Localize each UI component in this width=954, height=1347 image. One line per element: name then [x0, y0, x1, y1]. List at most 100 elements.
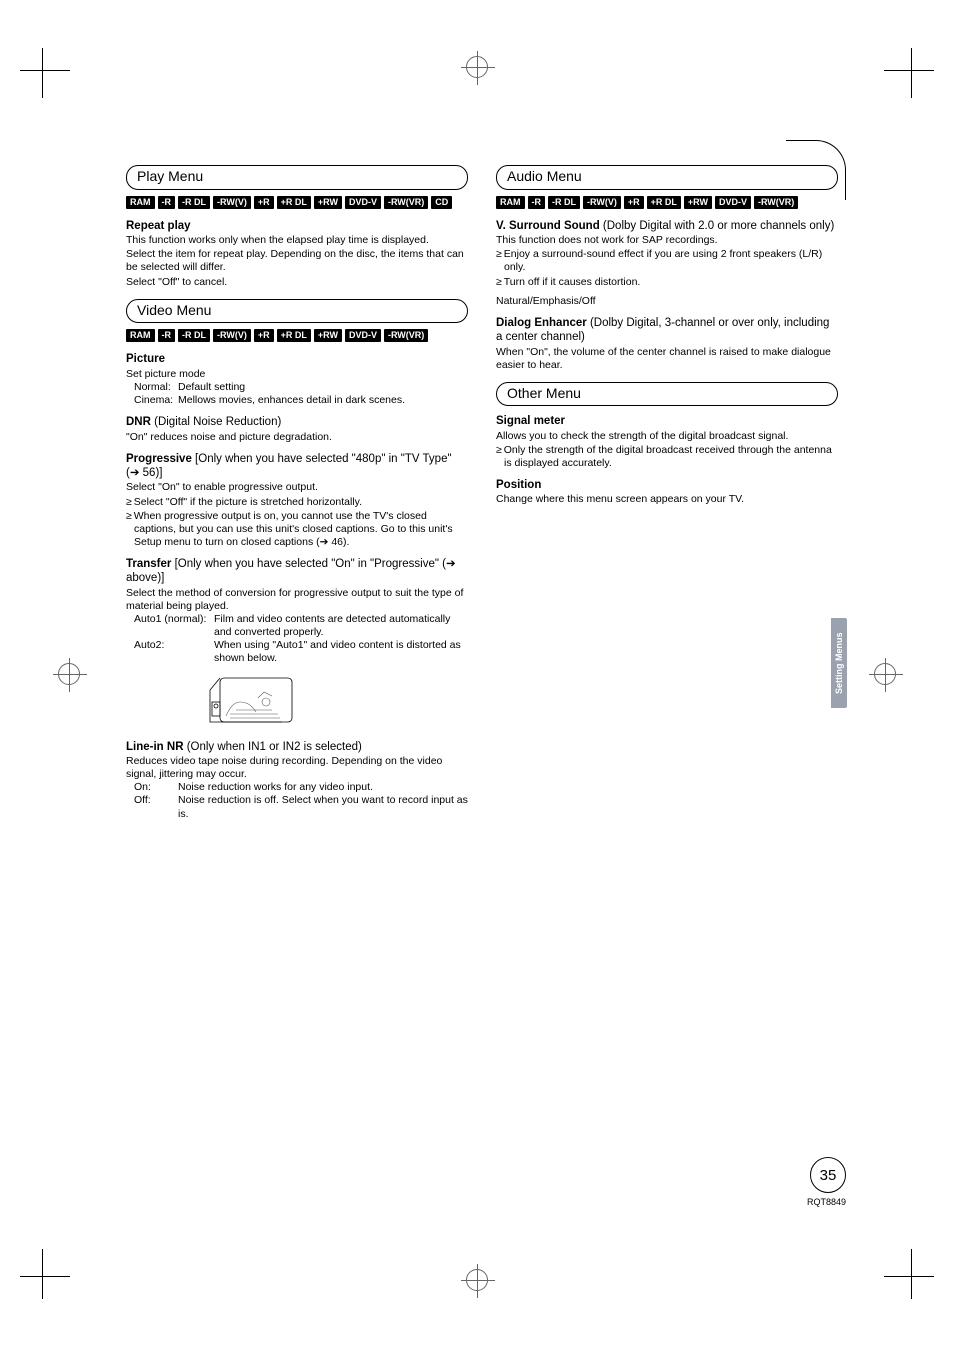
- play-menu-heading: Play Menu: [126, 165, 468, 190]
- vsurround-heading-bold: V. Surround Sound: [496, 220, 600, 232]
- video-menu-heading: Video Menu: [126, 299, 468, 324]
- linein-off-label: Off:: [134, 794, 178, 820]
- registration-mark: [466, 56, 488, 78]
- transfer-heading-bold: Transfer: [126, 558, 171, 570]
- disc-tag: -R DL: [548, 196, 580, 209]
- disc-tag: -R: [158, 196, 176, 209]
- dialog-enhancer-heading-bold: Dialog Enhancer: [496, 317, 587, 329]
- disc-tag: +R: [254, 329, 274, 342]
- disc-tag: -RW(VR): [384, 329, 428, 342]
- picture-cinema-value: Mellows movies, enhances detail in dark …: [178, 394, 468, 407]
- picture-cinema-label: Cinema:: [134, 394, 178, 407]
- disc-tag: -RW(V): [583, 196, 621, 209]
- repeat-play-heading: Repeat play: [126, 219, 468, 233]
- linein-nr-heading-sub: (Only when IN1 or IN2 is selected): [184, 741, 362, 753]
- disc-tag: RAM: [126, 329, 155, 342]
- crop-mark: [20, 1249, 70, 1299]
- linein-nr-heading: Line-in NR (Only when IN1 or IN2 is sele…: [126, 740, 468, 754]
- disc-tag: +RW: [314, 329, 342, 342]
- signal-meter-text: Allows you to check the strength of the …: [496, 430, 838, 443]
- other-menu-heading: Other Menu: [496, 382, 838, 407]
- disc-tag: -R DL: [178, 329, 210, 342]
- crop-mark: [884, 48, 934, 98]
- disc-tag: -RW(V): [213, 329, 251, 342]
- disc-tag: -RW(VR): [754, 196, 798, 209]
- audio-menu-heading: Audio Menu: [496, 165, 838, 190]
- signal-meter-heading: Signal meter: [496, 414, 838, 428]
- linein-on-value: Noise reduction works for any video inpu…: [178, 781, 468, 794]
- disc-tag: +R: [254, 196, 274, 209]
- progressive-text: Select "On" to enable progressive output…: [126, 481, 468, 494]
- transfer-auto2-label: Auto2:: [134, 639, 214, 665]
- crop-mark: [884, 1249, 934, 1299]
- document-code: RQT8849: [807, 1197, 846, 1207]
- registration-mark: [466, 1269, 488, 1291]
- vsurround-bullet: Enjoy a surround-sound effect if you are…: [496, 248, 838, 274]
- linein-nr-text: Reduces video tape noise during recordin…: [126, 755, 468, 781]
- disc-tag: CD: [431, 196, 452, 209]
- repeat-play-text: Select "Off" to cancel.: [126, 276, 468, 289]
- dnr-text: "On" reduces noise and picture degradati…: [126, 431, 468, 444]
- disc-tag: DVD-V: [345, 196, 381, 209]
- transfer-auto1-value: Film and video contents are detected aut…: [214, 613, 468, 639]
- page-footer: 35 RQT8849: [807, 1157, 846, 1207]
- transfer-heading-sub: [Only when you have selected "On" in "Pr…: [126, 558, 456, 584]
- vsurround-heading-sub: (Dolby Digital with 2.0 or more channels…: [600, 220, 835, 232]
- position-heading: Position: [496, 478, 838, 492]
- picture-heading: Picture: [126, 352, 468, 366]
- disc-tag: +R: [624, 196, 644, 209]
- disc-tag: -R DL: [178, 196, 210, 209]
- page-number: 35: [810, 1157, 846, 1193]
- disc-tag: +RW: [314, 196, 342, 209]
- right-column: Audio Menu RAM -R -R DL -RW(V) +R +R DL …: [496, 165, 838, 821]
- picture-text: Set picture mode: [126, 368, 468, 381]
- registration-mark: [874, 663, 896, 685]
- signal-meter-bullet: Only the strength of the digital broadca…: [496, 444, 838, 470]
- disc-tag: -RW(VR): [384, 196, 428, 209]
- transfer-heading: Transfer [Only when you have selected "O…: [126, 557, 468, 586]
- distortion-illustration: [206, 672, 468, 732]
- dialog-enhancer-text: When "On", the volume of the center chan…: [496, 346, 838, 372]
- progressive-bullet: When progressive output is on, you canno…: [126, 510, 468, 549]
- position-text: Change where this menu screen appears on…: [496, 493, 838, 506]
- dnr-heading: DNR (Digital Noise Reduction): [126, 415, 468, 429]
- linein-nr-heading-bold: Line-in NR: [126, 741, 184, 753]
- disc-tag: DVD-V: [715, 196, 751, 209]
- linein-off-value: Noise reduction is off. Select when you …: [178, 794, 468, 820]
- vsurround-text: This function does not work for SAP reco…: [496, 234, 838, 247]
- linein-on-label: On:: [134, 781, 178, 794]
- left-column: Play Menu RAM -R -R DL -RW(V) +R +R DL +…: [126, 165, 468, 821]
- disc-tag: +R DL: [277, 329, 311, 342]
- repeat-play-text: Select the item for repeat play. Dependi…: [126, 248, 468, 274]
- transfer-auto1-label: Auto1 (normal):: [134, 613, 214, 639]
- vsurround-options: Natural/Emphasis/Off: [496, 295, 838, 308]
- disc-tag: +R DL: [647, 196, 681, 209]
- dnr-heading-bold: DNR: [126, 416, 151, 428]
- transfer-text: Select the method of conversion for prog…: [126, 587, 468, 613]
- registration-mark: [58, 663, 80, 685]
- dialog-enhancer-heading: Dialog Enhancer (Dolby Digital, 3-channe…: [496, 316, 838, 345]
- dnr-heading-sub: (Digital Noise Reduction): [151, 416, 281, 428]
- disc-tag: DVD-V: [345, 329, 381, 342]
- picture-normal-label: Normal:: [134, 381, 178, 394]
- disc-tag: RAM: [126, 196, 155, 209]
- disc-tag: -R: [158, 329, 176, 342]
- transfer-auto2-value: When using "Auto1" and video content is …: [214, 639, 468, 665]
- disc-tag: -RW(V): [213, 196, 251, 209]
- disc-tag: RAM: [496, 196, 525, 209]
- progressive-heading: Progressive [Only when you have selected…: [126, 452, 468, 481]
- vsurround-bullet: Turn off if it causes distortion.: [496, 276, 838, 289]
- disc-tag: +RW: [684, 196, 712, 209]
- repeat-play-text: This function works only when the elapse…: [126, 234, 468, 247]
- progressive-bullet: Select "Off" if the picture is stretched…: [126, 496, 468, 509]
- section-tab-setting-menus: Setting Menus: [831, 618, 847, 708]
- video-menu-disc-tags: RAM -R -R DL -RW(V) +R +R DL +RW DVD-V -…: [126, 329, 468, 342]
- vsurround-heading: V. Surround Sound (Dolby Digital with 2.…: [496, 219, 838, 233]
- disc-tag: -R: [528, 196, 546, 209]
- progressive-heading-bold: Progressive: [126, 453, 192, 465]
- audio-menu-disc-tags: RAM -R -R DL -RW(V) +R +R DL +RW DVD-V -…: [496, 196, 838, 209]
- picture-normal-value: Default setting: [178, 381, 468, 394]
- play-menu-disc-tags: RAM -R -R DL -RW(V) +R +R DL +RW DVD-V -…: [126, 196, 468, 209]
- crop-mark: [20, 48, 70, 98]
- disc-tag: +R DL: [277, 196, 311, 209]
